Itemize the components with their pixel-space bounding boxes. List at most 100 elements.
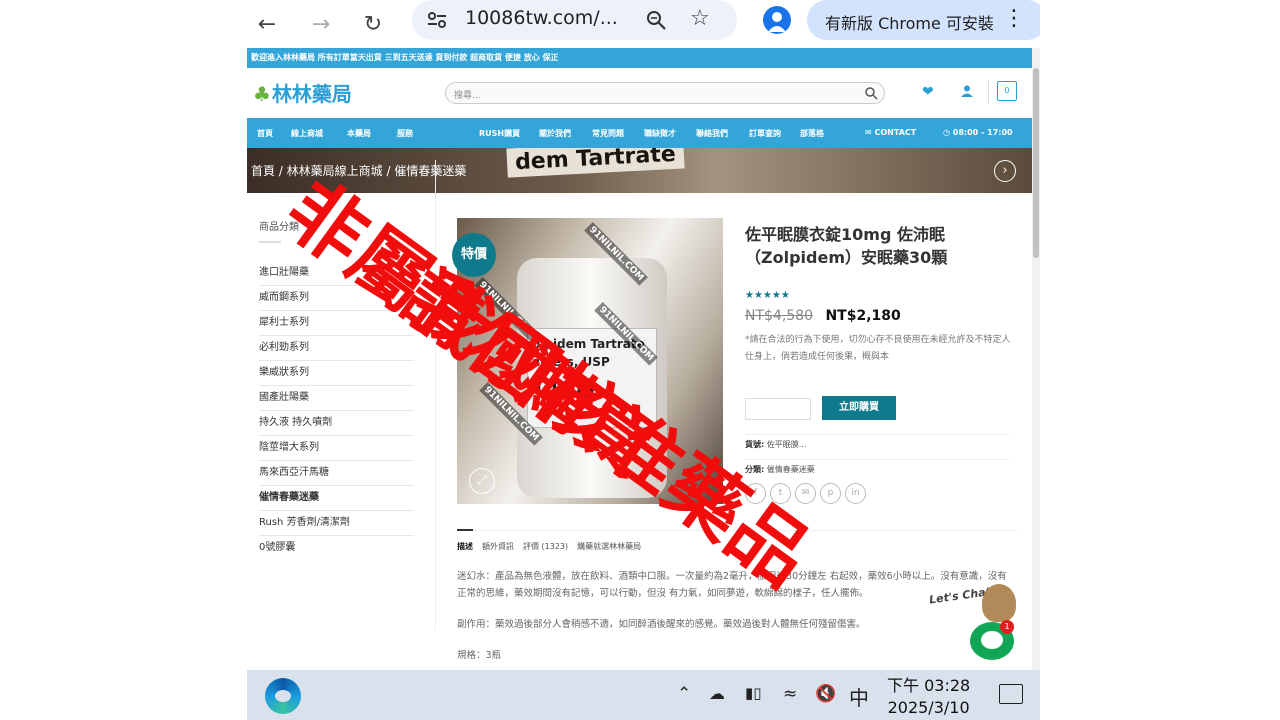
site-topbar: 歡迎進入林林藥局 所有訂單當天出貨 三到五天送達 貨到付款 超商取貨 便捷 放心… <box>247 48 1032 68</box>
forward-arrow-icon[interactable]: → <box>303 6 339 42</box>
price: NT$4,580 NT$2,180 <box>745 308 901 324</box>
nav-item[interactable]: 部落格 <box>800 128 824 139</box>
product-image[interactable]: olpidem Tartrate ablets, USP 10 mg 91NIL… <box>457 218 723 504</box>
twitter-icon[interactable]: t <box>770 483 791 504</box>
profile-avatar[interactable] <box>763 6 791 34</box>
column-divider <box>435 160 436 630</box>
site-logo[interactable]: ♣林林藥局 <box>253 78 352 107</box>
category-item[interactable]: 犀利士系列 <box>259 311 414 336</box>
cart-icon[interactable]: 0 <box>997 81 1017 101</box>
volume-muted-icon[interactable]: 🔇 <box>815 684 836 704</box>
category-item[interactable]: 進口壯陽藥 <box>259 261 414 286</box>
category-item[interactable]: 必利勁系列 <box>259 336 414 361</box>
zoom-icon[interactable] <box>644 8 668 32</box>
description-paragraph: 副作用：藥效過後部分人會稍感不適，如同醉酒後醒來的感覺。藥效過後對人體無任何殘留… <box>457 619 866 630</box>
page-banner: dem Tartrate 首頁 / 林林藥局線上商城 / 催情春藥迷藥 › <box>247 148 1032 193</box>
nav-item[interactable]: 關於我們 <box>539 128 571 139</box>
nav-item[interactable]: 常見問題 <box>592 128 624 139</box>
product-meta: 貨號: 佐平眠膜... 分類: 催情春藥迷藥 <box>745 434 1010 484</box>
nav-item[interactable]: 聯絡我們 <box>696 128 728 139</box>
category-item[interactable]: 持久液 持久噴劑 <box>259 411 414 436</box>
nav-item[interactable]: 本藥局 <box>347 128 371 139</box>
address-bar[interactable]: 10086tw.com/... ☆ <box>412 0 737 40</box>
back-arrow-icon[interactable]: ← <box>249 6 285 42</box>
sku-row: 貨號: 佐平眠膜... <box>745 434 1010 459</box>
search-placeholder: 搜尋... <box>454 91 481 101</box>
reload-icon[interactable]: ↻ <box>355 6 391 42</box>
edge-browser-icon[interactable] <box>265 678 301 714</box>
category-item[interactable]: 馬來西亞汗馬糖 <box>259 461 414 486</box>
nav-item[interactable]: 首頁 <box>257 128 273 139</box>
nav-item[interactable]: 職缺徵才 <box>644 128 676 139</box>
search-input[interactable]: 搜尋... <box>445 82 885 104</box>
mail-icon: ✉ <box>865 128 872 137</box>
ime-indicator[interactable]: 中 <box>849 682 869 711</box>
bookmark-star-icon[interactable]: ☆ <box>690 6 710 31</box>
product-description: 迷幻水：產品為無色液體，放在飲料、酒類中口服。一次量約為2毫升，服用後30分鐘左… <box>457 568 1012 678</box>
category-row: 分類: 催情春藥迷藥 <box>745 459 1010 484</box>
scrollbar-thumb[interactable] <box>1033 68 1039 258</box>
contact-link[interactable]: ✉ CONTACT <box>865 128 916 137</box>
site-settings-icon[interactable] <box>426 9 448 31</box>
clock-date: 2025/3/10 <box>887 698 970 717</box>
nav-item[interactable]: 線上商城 <box>291 128 323 139</box>
chrome-update-button[interactable]: 有新版 Chrome 可安裝 ⋮ <box>807 0 1040 40</box>
category-item[interactable]: 國產壯陽藥 <box>259 386 414 411</box>
buy-now-button[interactable]: 立即購買 <box>822 396 896 420</box>
chat-button[interactable]: 1 <box>970 620 1014 660</box>
clover-icon: ♣ <box>253 82 271 106</box>
category-item[interactable]: 陰莖增大系列 <box>259 436 414 461</box>
category-value[interactable]: 催情春藥迷藥 <box>767 465 815 474</box>
chat-badge: 1 <box>1000 620 1014 634</box>
category-item-active[interactable]: 催情春藥迷藥 <box>259 486 414 511</box>
tab-reviews[interactable]: 評價 (1323) <box>523 541 568 552</box>
url-text[interactable]: 10086tw.com/... <box>465 7 618 29</box>
page-scrollbar[interactable] <box>1032 48 1040 670</box>
sku-label: 貨號: <box>745 440 765 449</box>
header-divider <box>988 80 989 104</box>
product-title: 佐平眠膜衣錠10mg 佐沛眠（Zolpidem）安眠藥30顆 <box>745 225 948 267</box>
tab-about[interactable]: 購藥就選林林藥局 <box>577 541 641 552</box>
notification-icon[interactable] <box>999 684 1023 704</box>
category-item[interactable]: 0號膠囊 <box>259 536 414 561</box>
rating-stars: ★★★★★ <box>745 290 790 301</box>
battery-icon[interactable]: ▮▯ <box>745 684 762 702</box>
category-item[interactable]: Rush 芳香劑/清潔劑 <box>259 511 414 536</box>
facebook-icon[interactable]: f <box>745 483 766 504</box>
nav-item[interactable]: RUSH購買 <box>479 128 520 139</box>
next-product-icon[interactable]: › <box>994 160 1016 182</box>
search-icon[interactable] <box>864 86 878 100</box>
old-price: NT$4,580 <box>745 308 814 324</box>
category-label: 分類: <box>745 465 765 474</box>
chevron-up-icon[interactable]: ⌃ <box>677 684 691 704</box>
banner-image-text: dem Tartrate <box>506 148 685 178</box>
email-icon[interactable]: ✉ <box>795 483 816 504</box>
logo-text: 林林藥局 <box>271 82 352 106</box>
pinterest-icon[interactable]: p <box>820 483 841 504</box>
category-item[interactable]: 樂威狀系列 <box>259 361 414 386</box>
category-sidebar: 商品分類 進口壯陽藥 威而鋼系列 犀利士系列 必利勁系列 樂威狀系列 國產壯陽藥… <box>259 218 414 561</box>
linkedin-icon[interactable]: in <box>845 483 866 504</box>
taskbar-clock[interactable]: 下午 03:28 2025/3/10 <box>887 675 970 719</box>
sku-value: 佐平眠膜... <box>766 440 807 449</box>
category-item[interactable]: 威而鋼系列 <box>259 286 414 311</box>
hours-label: 08:00 - 17:00 <box>952 128 1013 137</box>
product-tabs: 描述 額外資訊 評價 (1323) 購藥就選林林藥局 <box>457 529 1017 552</box>
nav-item[interactable]: 服務 <box>397 128 413 139</box>
chat-bubble-icon <box>981 631 1003 649</box>
hours: ◷ 08:00 - 17:00 <box>943 128 1013 137</box>
wifi-icon[interactable]: ≈ <box>783 684 797 704</box>
onedrive-icon[interactable]: ☁ <box>709 684 725 703</box>
share-buttons: f t ✉ p in <box>745 483 866 504</box>
chat-avatar[interactable] <box>982 584 1016 622</box>
main-nav: 首頁 線上商城 本藥局 服務 RUSH購買 關於我們 常見問題 職缺徵才 聯絡我… <box>247 118 1032 148</box>
tab-extra-info[interactable]: 額外資訊 <box>482 541 514 552</box>
tab-description[interactable]: 描述 <box>457 529 473 552</box>
nav-item[interactable]: 訂單查詢 <box>749 128 781 139</box>
update-label: 有新版 Chrome 可安裝 <box>825 14 994 33</box>
quantity-stepper[interactable] <box>745 398 811 420</box>
account-icon[interactable] <box>960 84 974 98</box>
expand-image-icon[interactable]: ⤢ <box>469 468 495 494</box>
heart-icon[interactable]: ❤ <box>922 84 934 100</box>
more-menu-icon[interactable]: ⋮ <box>1003 6 1025 32</box>
